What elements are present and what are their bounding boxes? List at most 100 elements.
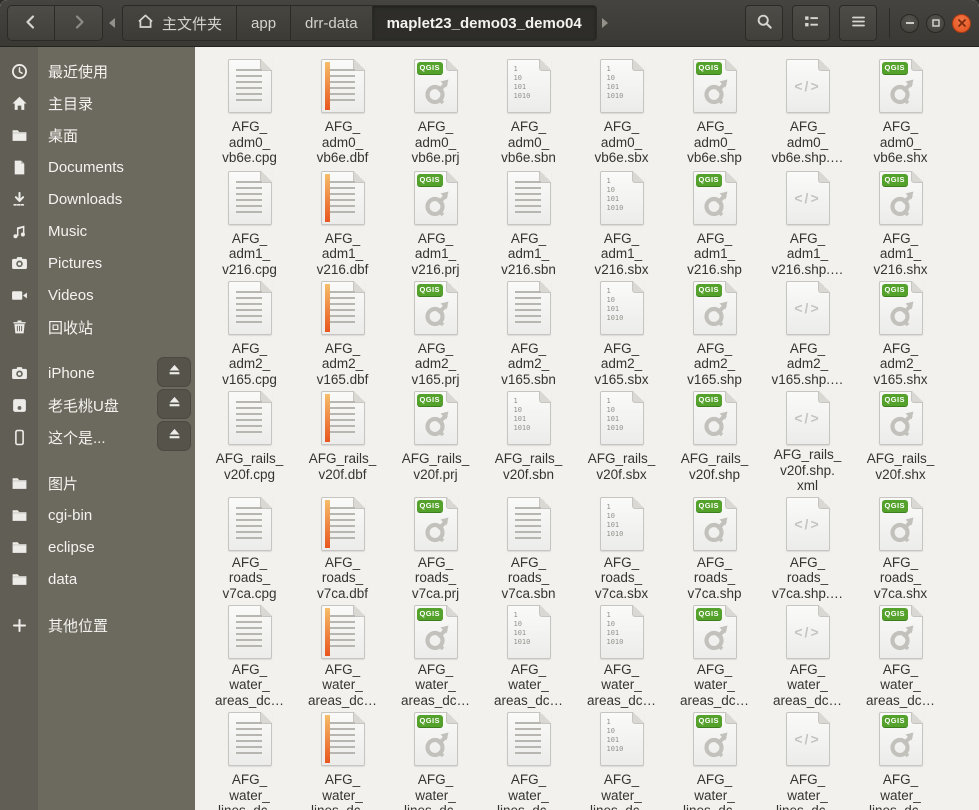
file-item[interactable]: QGIS AFG_water_lines_dc… (389, 708, 482, 810)
file-item[interactable]: AFG_ adm0_ vb6e.dbf (296, 55, 389, 167)
file-name-line: AFG_ (789, 554, 826, 570)
file-item[interactable]: AFG_ adm2_ v165.dbf (296, 277, 389, 387)
file-item[interactable]: QGIS AFG_ water_ areas_dc… (854, 601, 947, 708)
forward-button[interactable] (55, 5, 103, 41)
file-item[interactable]: AFG_water_lines_dc… (482, 708, 575, 810)
file-item[interactable]: QGIS AFG_rails_ v20f.shp (668, 387, 761, 493)
file-item[interactable]: 1 10 101 1010 AFG_ water_ areas_dc… (575, 601, 668, 708)
file-item[interactable]: AFG_ roads_ v7ca.sbn (482, 493, 575, 601)
file-item[interactable]: QGIS AFG_ roads_ v7ca.prj (389, 493, 482, 601)
file-item[interactable]: QGIS AFG_rails_ v20f.prj (389, 387, 482, 493)
sidebar-item-usb-drive[interactable]: 老毛桃U盘 (0, 389, 195, 421)
file-item[interactable]: 1 10 101 1010 AFG_rails_ v20f.sbn (482, 387, 575, 493)
file-item[interactable]: QGIS AFG_water_lines_dc… (854, 708, 947, 810)
sidebar-item-home[interactable]: 主目录 (0, 87, 195, 119)
sidebar-item-trash[interactable]: 回收站 (0, 311, 195, 343)
sidebar-item-pictures-folder[interactable]: 图片 (0, 467, 195, 499)
page: </> (785, 59, 830, 113)
file-item[interactable]: 1 10 101 1010 AFG_ water_ areas_dc… (482, 601, 575, 708)
file-item[interactable]: AFG_ roads_ v7ca.dbf (296, 493, 389, 601)
file-item[interactable]: 1 10 101 1010 AFG_water_lines_dc… (575, 708, 668, 810)
sidebar-item-downloads[interactable]: Downloads (0, 183, 195, 215)
sidebar-item-desktop[interactable]: 桌面 (0, 119, 195, 151)
file-item[interactable]: 1 10 101 1010 AFG_ adm0_ vb6e.sbn (482, 55, 575, 167)
file-item[interactable]: AFG_water_lines_dc… (296, 708, 389, 810)
file-item[interactable]: AFG_ adm1_ v216.dbf (296, 167, 389, 277)
file-item[interactable]: </> AFG_ adm1_ v216.shp.… (761, 167, 854, 277)
file-item[interactable]: QGIS AFG_ adm0_ vb6e.shx (854, 55, 947, 167)
file-item[interactable]: 1 10 101 1010 AFG_ adm2_ v165.sbx (575, 277, 668, 387)
file-item[interactable]: 1 10 101 1010 AFG_ adm1_ v216.sbx (575, 167, 668, 277)
breadcrumb-current-folder[interactable]: maplet23_demo03_demo04 (371, 5, 597, 41)
menu-button[interactable] (839, 5, 877, 41)
sidebar-item-phone-device[interactable]: 这个是... (0, 421, 195, 453)
file-item[interactable]: </> AFG_water_lines_dc… (761, 708, 854, 810)
file-item[interactable]: 1 10 101 1010 AFG_ roads_ v7ca.sbx (575, 493, 668, 601)
file-item[interactable]: AFG_ adm1_ v216.sbn (482, 167, 575, 277)
file-item[interactable]: </> AFG_rails_ v20f.shp. xml (761, 387, 854, 493)
file-item[interactable]: AFG_ water_ areas_dc… (203, 601, 296, 708)
file-item[interactable]: QGIS AFG_ water_ areas_dc… (668, 601, 761, 708)
page: QGIS (692, 712, 737, 766)
file-item[interactable]: QGIS AFG_ adm1_ v216.shx (854, 167, 947, 277)
file-item[interactable]: 1 10 101 1010 AFG_rails_ v20f.sbx (575, 387, 668, 493)
file-item[interactable]: QGIS AFG_ adm2_ v165.shx (854, 277, 947, 387)
file-item[interactable]: AFG_rails_ v20f.dbf (296, 387, 389, 493)
file-item[interactable]: AFG_ adm0_ vb6e.cpg (203, 55, 296, 167)
eject-button[interactable] (157, 421, 191, 451)
close-button[interactable] (952, 13, 971, 33)
file-item[interactable]: AFG_ adm2_ v165.sbn (482, 277, 575, 387)
sidebar-item-recent[interactable]: 最近使用 (0, 55, 195, 87)
sidebar-item-eclipse[interactable]: eclipse (0, 531, 195, 563)
file-item[interactable]: QGIS AFG_ adm2_ v165.shp (668, 277, 761, 387)
breadcrumb-scroll-left-button[interactable] (103, 5, 120, 41)
eject-button[interactable] (157, 357, 191, 387)
sidebar-item-videos[interactable]: Videos (0, 279, 195, 311)
view-toggle-button[interactable] (792, 5, 830, 41)
file-item[interactable]: QGIS AFG_ adm1_ v216.shp (668, 167, 761, 277)
file-item[interactable]: QGIS AFG_water_lines_dc… (668, 708, 761, 810)
file-item[interactable]: QGIS AFG_ adm2_ v165.prj (389, 277, 482, 387)
file-name-line: AFG_ (603, 340, 640, 356)
file-item[interactable]: </> AFG_ water_ areas_dc… (761, 601, 854, 708)
file-item[interactable]: AFG_ water_ areas_dc… (296, 601, 389, 708)
sidebar-item-other-locations[interactable]: 其他位置 (0, 609, 195, 641)
file-label: AFG_ water_ areas_dc… (587, 662, 656, 709)
file-item[interactable]: AFG_water_lines_dc… (203, 708, 296, 810)
maximize-button[interactable] (926, 13, 945, 33)
file-item[interactable]: AFG_ adm2_ v165.cpg (203, 277, 296, 387)
breadcrumb-app[interactable]: app (236, 5, 292, 41)
file-item[interactable]: AFG_ adm1_ v216.cpg (203, 167, 296, 277)
eject-icon (167, 362, 182, 382)
file-name-line: water_ (694, 787, 735, 803)
file-item[interactable]: </> AFG_ adm2_ v165.shp.… (761, 277, 854, 387)
file-item[interactable]: QGIS AFG_ adm0_ vb6e.shp (668, 55, 761, 167)
sidebar-item-cgi-bin[interactable]: cgi-bin (0, 499, 195, 531)
file-item[interactable]: QGIS AFG_ water_ areas_dc… (389, 601, 482, 708)
page (320, 391, 365, 445)
sidebar-item-pictures[interactable]: Pictures (0, 247, 195, 279)
file-item[interactable]: QGIS AFG_ roads_ v7ca.shx (854, 493, 947, 601)
file-item[interactable]: 1 10 101 1010 AFG_ adm0_ vb6e.sbx (575, 55, 668, 167)
minimize-button[interactable] (900, 13, 919, 33)
sidebar-item-documents[interactable]: Documents (0, 151, 195, 183)
file-item[interactable]: AFG_rails_ v20f.cpg (203, 387, 296, 493)
breadcrumb-drr-data[interactable]: drr-data (290, 5, 373, 41)
file-item[interactable]: </> AFG_ roads_ v7ca.shp.… (761, 493, 854, 601)
file-item[interactable]: </> AFG_ adm0_ vb6e.shp.… (761, 55, 854, 167)
breadcrumb-home[interactable]: 主文件夹 (122, 5, 238, 41)
music-icon (0, 223, 38, 240)
file-item[interactable]: QGIS AFG_ adm0_ vb6e.prj (389, 55, 482, 167)
sidebar-item-iphone[interactable]: iPhone (0, 357, 195, 389)
sidebar-item-data[interactable]: data (0, 563, 195, 595)
eject-button[interactable] (157, 389, 191, 419)
file-label: AFG_ adm0_ vb6e.sbn (501, 119, 556, 166)
file-item[interactable]: QGIS AFG_ adm1_ v216.prj (389, 167, 482, 277)
file-item[interactable]: AFG_ roads_ v7ca.cpg (203, 493, 296, 601)
file-item[interactable]: QGIS AFG_rails_ v20f.shx (854, 387, 947, 493)
file-item[interactable]: QGIS AFG_ roads_ v7ca.shp (668, 493, 761, 601)
sidebar-item-music[interactable]: Music (0, 215, 195, 247)
breadcrumb-scroll-right-button[interactable] (597, 5, 614, 41)
search-button[interactable] (745, 5, 783, 41)
back-button[interactable] (7, 5, 55, 41)
